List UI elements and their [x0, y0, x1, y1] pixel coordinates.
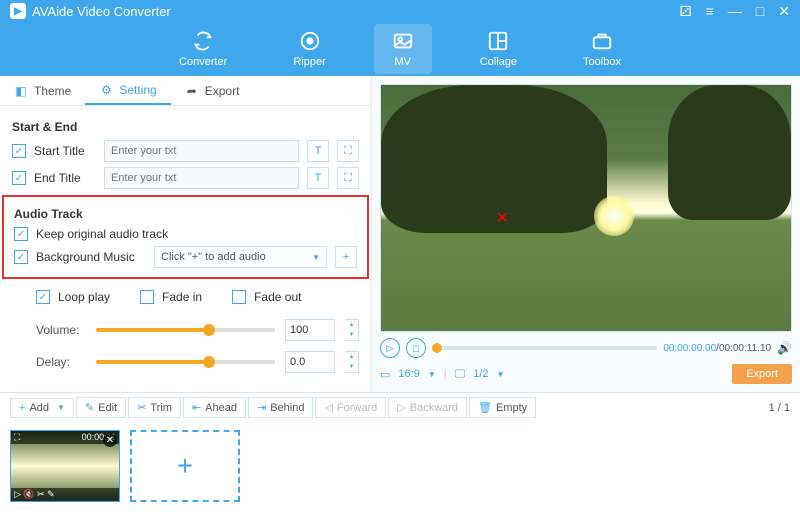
ripper-icon [299, 30, 321, 52]
bg-music-dropdown[interactable]: Click "+" to add audio [154, 246, 327, 268]
export-button[interactable]: Export [732, 364, 792, 384]
add-button[interactable]: +Add▼ [10, 398, 74, 418]
delay-slider[interactable] [96, 360, 275, 364]
delay-value[interactable]: 0.0 [285, 351, 335, 373]
aspect-dropdown-icon[interactable]: ▼ [428, 370, 436, 379]
add-audio-button[interactable]: + [335, 246, 357, 268]
volume-spinner[interactable]: ▲▼ [345, 319, 359, 341]
end-title-expand-btn[interactable]: ⛶ [337, 167, 359, 189]
audio-track-highlight: Audio Track Keep original audio track Ba… [2, 195, 369, 279]
app-title: AVAide Video Converter [32, 4, 171, 19]
bg-music-checkbox[interactable] [14, 250, 28, 264]
screen-dropdown-icon[interactable]: ▼ [497, 370, 505, 379]
start-title-input[interactable] [104, 140, 299, 162]
start-title-text-btn[interactable]: T [307, 140, 329, 162]
keep-original-checkbox[interactable] [14, 227, 28, 241]
collage-icon [487, 30, 509, 52]
start-title-label: Start Title [34, 144, 96, 158]
ahead-button[interactable]: ⇤Ahead [183, 397, 246, 418]
fadein-checkbox[interactable] [140, 290, 154, 304]
audio-track-heading: Audio Track [14, 207, 357, 221]
bottom-toolbar: +Add▼ ✎Edit ✂Trim ⇤Ahead ⇥Behind ◁Forwar… [0, 392, 800, 422]
backward-button[interactable]: ▷Backward [388, 397, 467, 418]
screen-ratio[interactable]: 1/2 [473, 368, 488, 380]
close-icon[interactable]: ✕ [778, 3, 790, 20]
screen-icon: 🖵 [455, 368, 466, 381]
nav-ripper[interactable]: Ripper [275, 24, 343, 74]
keep-original-label: Keep original audio track [36, 227, 168, 241]
volume-label: Volume: [36, 323, 86, 337]
export-icon: ➦ [185, 84, 199, 98]
nav-mv[interactable]: MV [374, 24, 432, 74]
volume-slider[interactable] [96, 328, 275, 332]
behind-button[interactable]: ⇥Behind [248, 397, 313, 418]
trim-button[interactable]: ✂Trim [128, 397, 181, 418]
main-nav: Converter Ripper MV Collage Toolbox [0, 22, 800, 74]
setting-icon: ⚙ [99, 83, 113, 97]
start-end-heading: Start & End [12, 120, 359, 134]
clip-remove-icon[interactable]: ✕ [103, 433, 117, 447]
maximize-icon[interactable]: □ [756, 3, 764, 20]
nav-converter[interactable]: Converter [161, 24, 245, 74]
tab-theme[interactable]: ◧ Theme [0, 76, 85, 105]
titlebar: ▶ AVAide Video Converter ⚂ ≡ — □ ✕ [0, 0, 800, 22]
edit-button[interactable]: ✎Edit [76, 397, 126, 418]
end-title-checkbox[interactable] [12, 171, 26, 185]
clip-thumbnail[interactable]: ⛶00:00:11 ✕ ▷ 🔇 ✂ ✎ [10, 430, 120, 502]
delay-spinner[interactable]: ▲▼ [345, 351, 359, 373]
play-button[interactable]: ▷ [380, 338, 400, 358]
toolbox-icon [591, 30, 613, 52]
delay-label: Delay: [36, 355, 86, 369]
left-tabs: ◧ Theme ⚙ Setting ➦ Export [0, 76, 371, 106]
fadeout-checkbox[interactable] [232, 290, 246, 304]
red-marker-icon: ✕ [496, 208, 509, 228]
app-logo: ▶ [10, 3, 26, 19]
start-title-expand-btn[interactable]: ⛶ [337, 140, 359, 162]
sun-flare [594, 196, 634, 236]
aspect-icon: ▭ [380, 368, 390, 381]
timeline: ⛶00:00:11 ✕ ▷ 🔇 ✂ ✎ + [0, 422, 800, 512]
feedback-icon[interactable]: ⚂ [679, 3, 691, 20]
stop-button[interactable]: ◻ [406, 338, 426, 358]
volume-icon[interactable]: 🔊 [777, 341, 792, 355]
volume-value[interactable]: 100 [285, 319, 335, 341]
empty-button[interactable]: 🗑Empty [469, 397, 536, 418]
converter-icon [192, 30, 214, 52]
page-indicator: 1 / 1 [769, 402, 790, 414]
loop-checkbox[interactable] [36, 290, 50, 304]
bg-music-label: Background Music [36, 250, 146, 264]
tab-export[interactable]: ➦ Export [171, 76, 254, 105]
start-title-checkbox[interactable] [12, 144, 26, 158]
end-title-text-btn[interactable]: T [307, 167, 329, 189]
nav-toolbox[interactable]: Toolbox [565, 24, 639, 74]
time-display: 00:00:00.00/00:00:11.10 [663, 343, 771, 354]
tab-setting[interactable]: ⚙ Setting [85, 76, 170, 105]
progress-bar[interactable] [432, 346, 657, 350]
aspect-ratio[interactable]: 16:9 [398, 368, 419, 380]
menu-icon[interactable]: ≡ [706, 3, 714, 20]
nav-collage[interactable]: Collage [462, 24, 535, 74]
minimize-icon[interactable]: — [728, 3, 742, 20]
add-clip-button[interactable]: + [130, 430, 240, 502]
theme-icon: ◧ [14, 84, 28, 98]
end-title-input[interactable] [104, 167, 299, 189]
end-title-label: End Title [34, 171, 96, 185]
mv-icon [392, 30, 414, 52]
video-preview[interactable]: ✕ [380, 84, 792, 332]
forward-button[interactable]: ◁Forward [315, 397, 386, 418]
